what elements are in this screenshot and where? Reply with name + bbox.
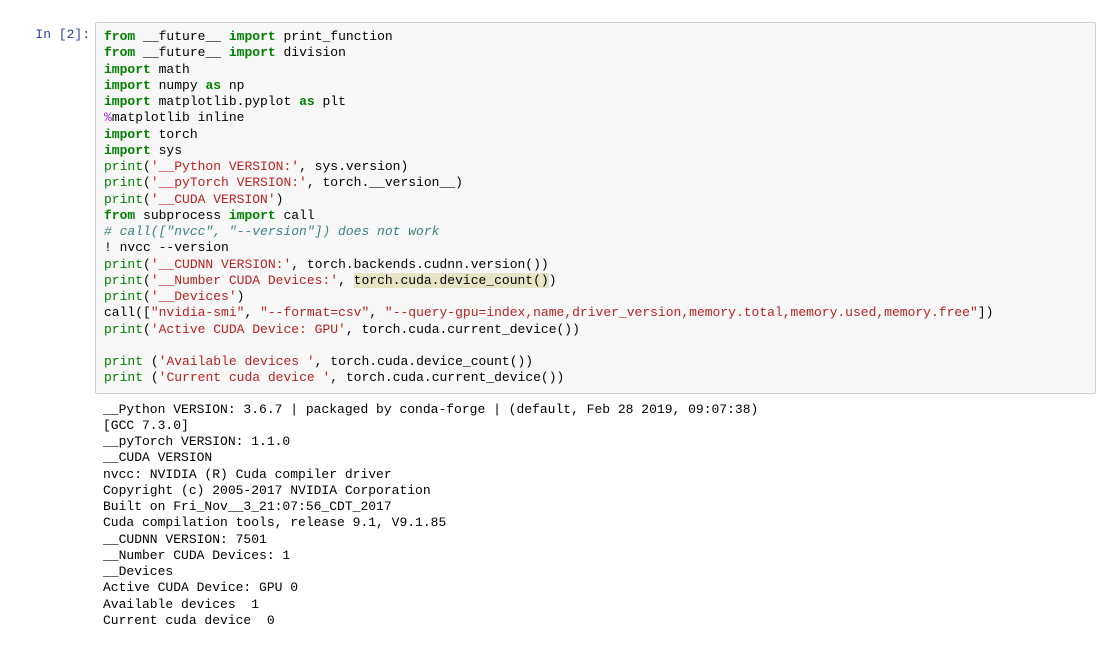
output-line: Current cuda device 0 (103, 613, 1088, 629)
code-line-3: import math (104, 62, 1087, 78)
output-line: __Python VERSION: 3.6.7 | packaged by co… (103, 402, 1088, 418)
code-line-4: import numpy as np (104, 78, 1087, 94)
code-line-19: print('Active CUDA Device: GPU', torch.c… (104, 322, 1087, 338)
code-input-area[interactable]: from __future__ import print_function fr… (95, 22, 1096, 394)
notebook-code-cell: In [2]: from __future__ import print_fun… (10, 22, 1096, 394)
output-line: [GCC 7.3.0] (103, 418, 1088, 434)
code-line-17: print('__Devices') (104, 289, 1087, 305)
code-line-15: print('__CUDNN VERSION:', torch.backends… (104, 257, 1087, 273)
code-line-14: ! nvcc --version (104, 240, 1087, 256)
code-line-8: import sys (104, 143, 1087, 159)
output-line: Cuda compilation tools, release 9.1, V9.… (103, 515, 1088, 531)
output-line: __CUDNN VERSION: 7501 (103, 532, 1088, 548)
code-line-21: print ('Available devices ', torch.cuda.… (104, 354, 1087, 370)
output-line: Built on Fri_Nov__3_21:07:56_CDT_2017 (103, 499, 1088, 515)
code-line-7: import torch (104, 127, 1087, 143)
output-line: __pyTorch VERSION: 1.1.0 (103, 434, 1088, 450)
notebook-output-cell: __Python VERSION: 3.6.7 | packaged by co… (10, 396, 1096, 636)
output-prompt (10, 396, 95, 636)
output-line: Available devices 1 (103, 597, 1088, 613)
output-line: __Number CUDA Devices: 1 (103, 548, 1088, 564)
code-line-2: from __future__ import division (104, 45, 1087, 61)
code-line-20 (104, 338, 1087, 354)
output-line: Copyright (c) 2005-2017 NVIDIA Corporati… (103, 483, 1088, 499)
output-line: __CUDA VERSION (103, 450, 1088, 466)
code-line-18: call(["nvidia-smi", "--format=csv", "--q… (104, 305, 1087, 321)
output-line: __Devices (103, 564, 1088, 580)
output-line: Active CUDA Device: GPU 0 (103, 580, 1088, 596)
input-prompt: In [2]: (10, 22, 95, 394)
output-line: nvcc: NVIDIA (R) Cuda compiler driver (103, 467, 1088, 483)
code-line-6: %matplotlib inline (104, 110, 1087, 126)
code-line-16: print('__Number CUDA Devices:', torch.cu… (104, 273, 1087, 289)
code-line-5: import matplotlib.pyplot as plt (104, 94, 1087, 110)
code-output-area: __Python VERSION: 3.6.7 | packaged by co… (95, 396, 1096, 636)
code-line-22: print ('Current cuda device ', torch.cud… (104, 370, 1087, 386)
code-line-1: from __future__ import print_function (104, 29, 1087, 45)
code-line-11: print('__CUDA VERSION') (104, 192, 1087, 208)
code-line-10: print('__pyTorch VERSION:', torch.__vers… (104, 175, 1087, 191)
code-line-13: # call(["nvcc", "--version"]) does not w… (104, 224, 1087, 240)
code-line-9: print('__Python VERSION:', sys.version) (104, 159, 1087, 175)
code-line-12: from subprocess import call (104, 208, 1087, 224)
